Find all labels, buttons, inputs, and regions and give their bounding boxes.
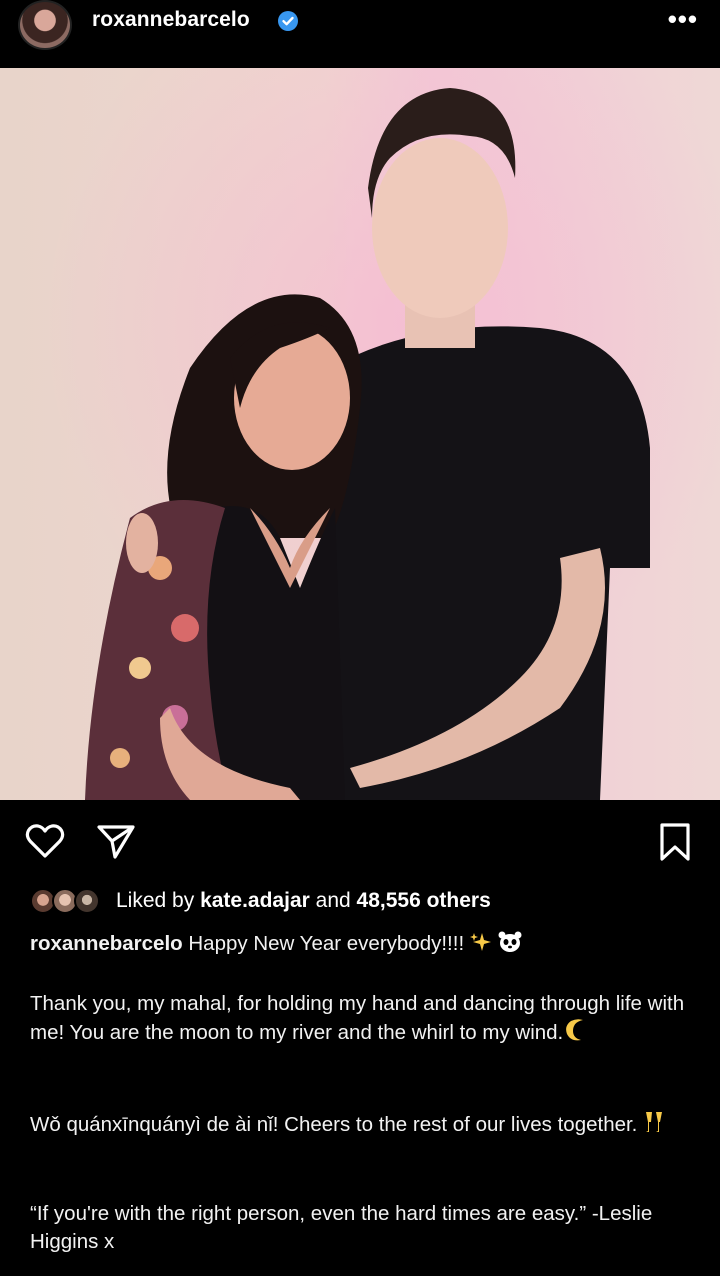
likes-text: Liked by kate.adajar and 48,556 others (116, 889, 491, 913)
caption-paragraph-4: “If you're with the right person, even t… (30, 1200, 695, 1256)
caption-text: “If you're with the right person, even t… (30, 1202, 653, 1253)
likes-middle: and (309, 889, 357, 912)
caption-text: Wǒ quánxīnquányì de ài nǐ! Cheers to the… (30, 1113, 644, 1136)
photo-of-couple (0, 68, 720, 800)
bookmark-icon[interactable] (658, 822, 692, 862)
likes-count[interactable]: 48,556 others (357, 889, 491, 912)
verified-badge-icon (278, 11, 298, 31)
crescent-moon-icon (566, 1019, 584, 1041)
sparkles-icon (469, 933, 491, 951)
likes-summary[interactable]: Liked by kate.adajar and 48,556 others (30, 884, 491, 918)
clinking-glasses-icon (646, 1112, 663, 1132)
send-icon[interactable] (96, 822, 138, 860)
more-options-button[interactable]: ••• (668, 4, 698, 35)
panda-icon (498, 931, 522, 952)
avatar[interactable] (18, 0, 72, 50)
caption-paragraph-2: Thank you, my mahal, for holding my hand… (30, 990, 695, 1047)
liker-avatars (30, 886, 108, 916)
caption-paragraph-3: Wǒ quánxīnquányì de ài nǐ! Cheers to the… (30, 1110, 695, 1139)
caption-line-1: roxannebarcelo Happy New Year everybody!… (30, 930, 695, 958)
post-username[interactable]: roxannebarcelo (92, 8, 250, 32)
caption-username[interactable]: roxannebarcelo (30, 932, 183, 955)
caption-text: Happy New Year everybody!!!! (182, 932, 470, 955)
liker-avatar (74, 888, 100, 914)
instagram-post: roxannebarcelo ••• Liked by kate.adajar … (0, 0, 720, 1276)
liker-username[interactable]: kate.adajar (200, 889, 310, 912)
post-actions (0, 818, 720, 868)
post-header: roxannebarcelo ••• (0, 0, 720, 68)
heart-icon[interactable] (24, 822, 66, 860)
likes-prefix: Liked by (116, 889, 201, 912)
post-photo[interactable] (0, 68, 720, 800)
